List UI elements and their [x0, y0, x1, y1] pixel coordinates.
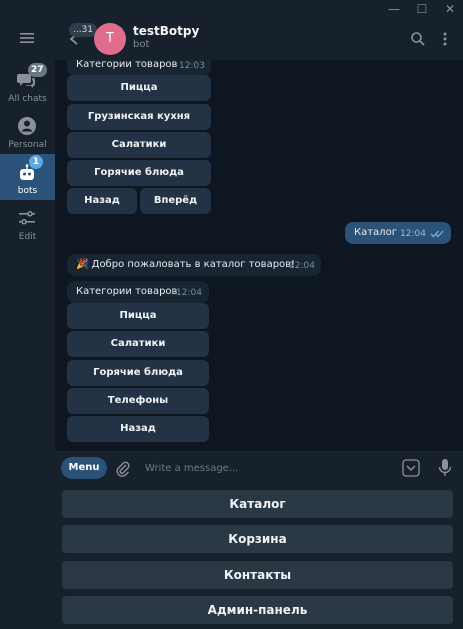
maximize-icon[interactable]: ☐: [414, 1, 430, 17]
sidebar-item-personal[interactable]: Personal: [0, 108, 55, 154]
message-input[interactable]: [145, 459, 400, 477]
message-bubble: Категории товаров 12:04: [67, 281, 209, 303]
paperclip-icon[interactable]: [116, 460, 130, 478]
sidebar-item-edit[interactable]: Edit: [0, 200, 55, 246]
message-time: 12:04: [289, 261, 315, 271]
inline-button[interactable]: Пицца: [67, 75, 211, 101]
window-titlebar: — ☐ ✕: [0, 0, 463, 18]
close-icon[interactable]: ✕: [442, 1, 458, 17]
message-time: 12:04: [400, 229, 426, 239]
chat-subtitle: bot: [133, 39, 150, 50]
keyboard-toggle-icon[interactable]: [402, 459, 420, 477]
inline-button[interactable]: Салатики: [67, 331, 209, 357]
message-time: 12:03: [179, 61, 205, 71]
message-text: Категории товаров: [76, 286, 178, 297]
inline-button[interactable]: Горячие блюда: [67, 160, 211, 186]
search-icon[interactable]: [410, 31, 426, 47]
microphone-icon[interactable]: [438, 458, 452, 478]
sidebar-item-label: bots: [17, 186, 38, 196]
chat-title[interactable]: testBotpy: [133, 24, 199, 38]
inline-button-back[interactable]: Назад: [67, 188, 137, 214]
reply-button-contacts[interactable]: Контакты: [62, 561, 453, 589]
sliders-icon: [19, 211, 35, 225]
bot-menu-button[interactable]: Menu: [61, 457, 107, 479]
reply-button-catalog[interactable]: Каталог: [62, 490, 453, 518]
sidebar-item-label: Personal: [8, 140, 47, 150]
hamburger-menu-button[interactable]: [0, 22, 55, 56]
reply-button-admin-panel[interactable]: Админ-панель: [62, 596, 453, 624]
back-unread-badge: ...31: [69, 23, 98, 37]
message-bubble: 🎉 Добро пожаловать в каталог товаров! 12…: [67, 254, 321, 276]
hamburger-icon: [20, 33, 34, 43]
message-text: Категории товаров: [76, 60, 178, 70]
chat-header: ...31 T testBotpy bot: [55, 18, 463, 60]
minimize-icon[interactable]: —: [386, 1, 402, 17]
message-text: Каталог: [354, 227, 397, 238]
message-bubble: Категории товаров 12:03: [67, 60, 211, 76]
folder-sidebar: 27 All chats Personal 1 bots Edit: [0, 18, 55, 629]
inline-button[interactable]: Грузинская кухня: [67, 104, 211, 130]
inline-button[interactable]: Назад: [67, 416, 209, 442]
message-composer: Menu: [55, 451, 463, 487]
sidebar-item-all-chats[interactable]: 27 All chats: [0, 62, 55, 108]
inline-button[interactable]: Телефоны: [67, 388, 209, 414]
inline-button[interactable]: Пицца: [67, 303, 209, 329]
inline-button-forward[interactable]: Вперёд: [140, 188, 211, 214]
sidebar-item-label: All chats: [8, 94, 47, 104]
message-list[interactable]: Категории товаров 12:03 Пицца Грузинская…: [55, 60, 463, 451]
sidebar-item-bots[interactable]: 1 bots: [0, 154, 55, 200]
unread-badge: 1: [29, 155, 43, 169]
message-text: 🎉 Добро пожаловать в каталог товаров!: [76, 259, 296, 270]
reply-button-cart[interactable]: Корзина: [62, 525, 453, 553]
reply-keyboard: Каталог Корзина Контакты Админ-панель: [55, 487, 463, 629]
inline-button[interactable]: Горячие блюда: [67, 360, 209, 386]
avatar[interactable]: T: [94, 23, 126, 55]
inline-button[interactable]: Салатики: [67, 132, 211, 158]
outgoing-message-bubble: Каталог 12:04: [345, 222, 451, 244]
sidebar-item-label: Edit: [18, 232, 37, 242]
more-vertical-icon[interactable]: [439, 31, 451, 47]
unread-badge: 27: [28, 63, 47, 77]
double-check-icon: [430, 230, 444, 238]
person-icon: [18, 117, 36, 135]
message-time: 12:04: [176, 288, 202, 298]
